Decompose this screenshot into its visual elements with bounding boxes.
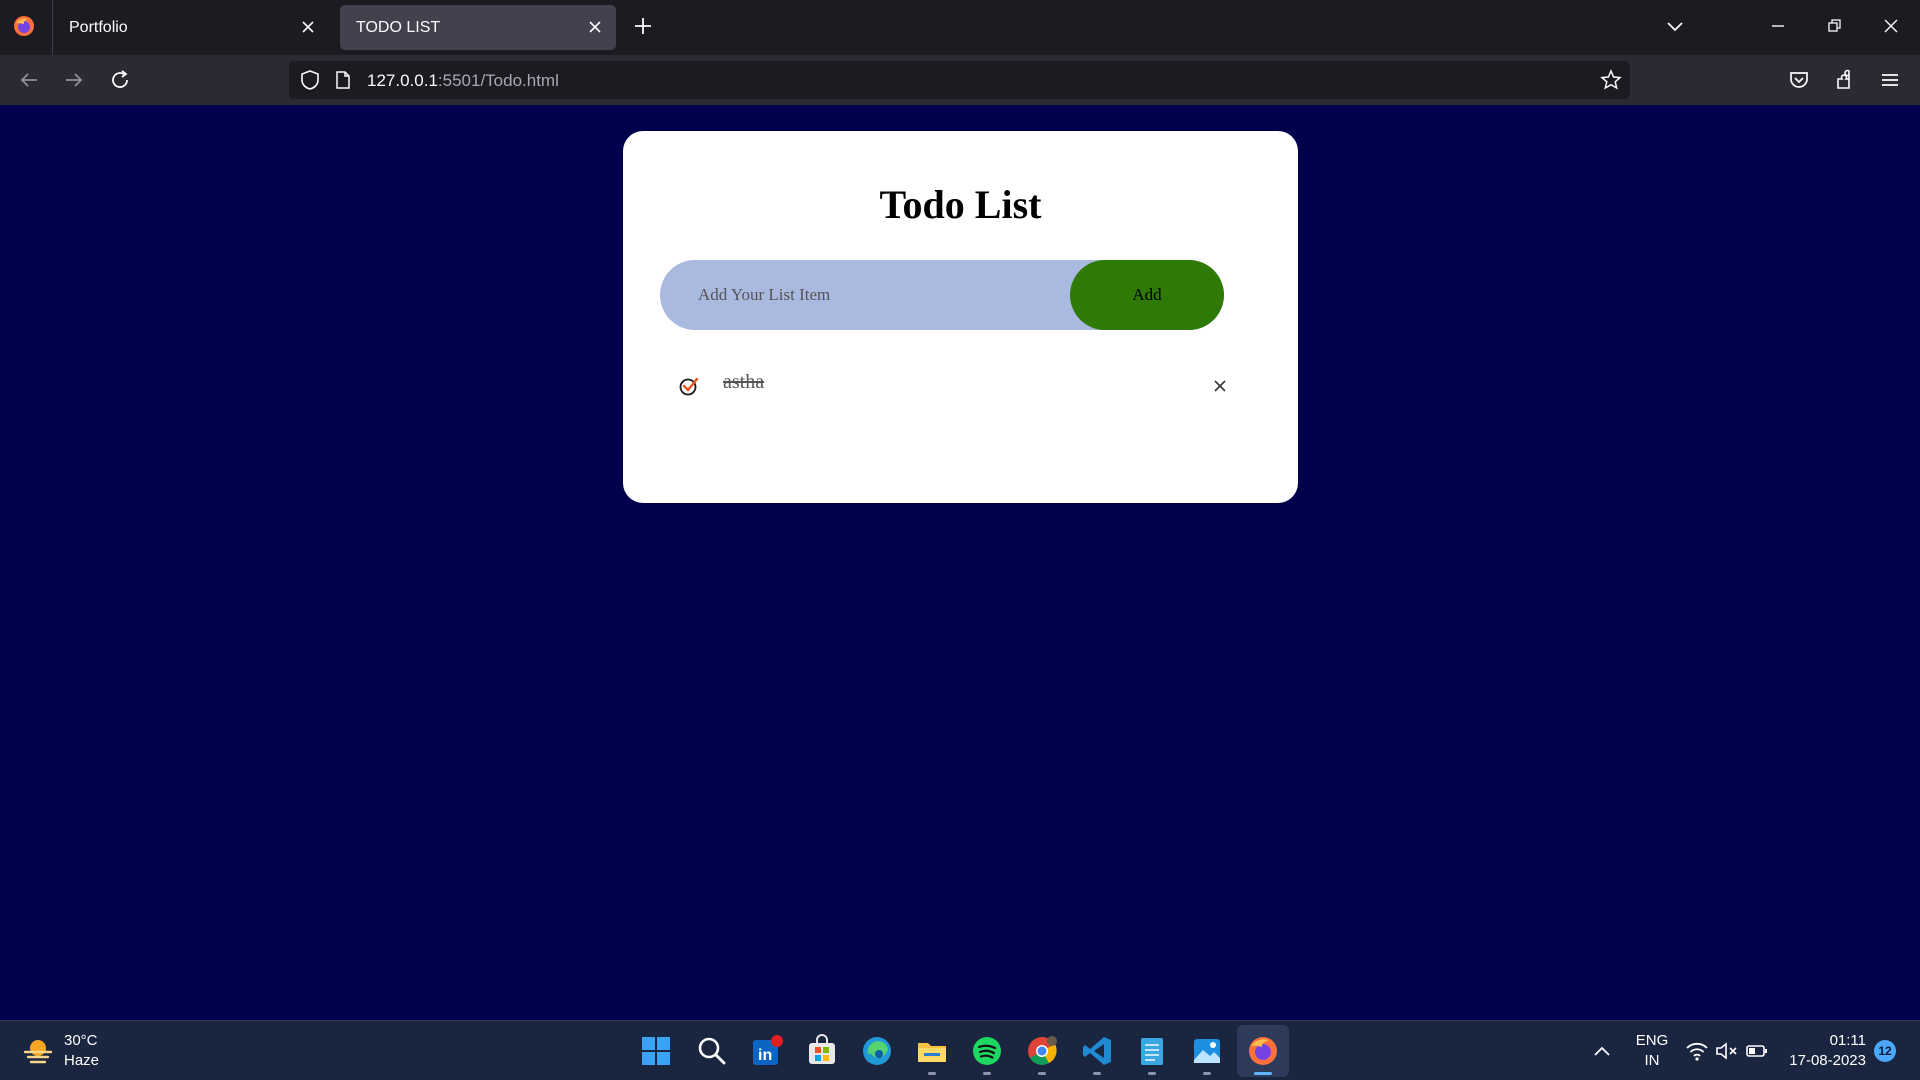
photos-icon[interactable] [1190, 1034, 1224, 1068]
linkedin-icon[interactable]: in [750, 1034, 784, 1068]
page-icon[interactable] [333, 70, 353, 90]
todo-input-row: Add [660, 260, 1224, 330]
url-text[interactable]: 127.0.0.1:5501/Todo.html [367, 71, 559, 91]
back-arrow-icon[interactable] [17, 68, 41, 92]
close-window-icon[interactable] [1879, 14, 1903, 38]
battery-icon[interactable] [1744, 1034, 1770, 1068]
wifi-icon[interactable] [1684, 1034, 1710, 1068]
browser-nav-bar: 127.0.0.1:5501/Todo.html [0, 55, 1920, 105]
chrome-icon[interactable] [1025, 1034, 1059, 1068]
address-bar[interactable]: 127.0.0.1:5501/Todo.html [289, 61, 1630, 99]
reload-icon[interactable] [108, 68, 132, 92]
show-hidden-icons-chevron-icon[interactable] [1590, 1034, 1614, 1068]
windows-taskbar: 30°C Haze in ENG IN 01:11 17-08-2023 12 [0, 1020, 1920, 1080]
running-indicator [1038, 1072, 1046, 1075]
running-indicator [1203, 1072, 1211, 1075]
list-item[interactable]: astha [678, 371, 1238, 401]
firefox-icon[interactable] [1246, 1034, 1280, 1068]
spotify-icon[interactable] [970, 1034, 1004, 1068]
active-app-indicator [1254, 1072, 1272, 1075]
volume-muted-icon[interactable] [1714, 1034, 1740, 1068]
checked-circle-icon[interactable] [678, 375, 700, 397]
weather-description: Haze [64, 1052, 100, 1069]
tab-title: TODO LIST [356, 18, 441, 36]
region-indicator[interactable]: IN [1632, 1052, 1672, 1069]
store-icon[interactable] [805, 1034, 839, 1068]
list-item-text: astha [723, 371, 765, 393]
shield-icon[interactable] [299, 69, 321, 91]
new-tab-icon[interactable] [632, 15, 654, 37]
close-tab-icon[interactable] [586, 18, 604, 36]
start-icon[interactable] [639, 1034, 673, 1068]
add-button[interactable]: Add [1070, 260, 1224, 330]
language-indicator[interactable]: ENG [1632, 1032, 1672, 1049]
vscode-icon[interactable] [1080, 1034, 1114, 1068]
todo-input[interactable] [660, 260, 1070, 330]
restore-icon[interactable] [1822, 14, 1846, 38]
svg-text:in: in [758, 1047, 772, 1064]
running-indicator [1148, 1072, 1156, 1075]
tab-portfolio[interactable]: Portfolio [53, 5, 329, 50]
running-indicator [983, 1072, 991, 1075]
minimize-icon[interactable] [1766, 14, 1790, 38]
browser-tab-bar: Portfolio TODO LIST [0, 0, 1920, 55]
tab-todo-list[interactable]: TODO LIST [340, 5, 616, 50]
page-title: Todo List [879, 182, 1042, 227]
todo-card: Todo List Add astha [623, 131, 1298, 503]
edge-icon[interactable] [860, 1034, 894, 1068]
weather-temperature: 30°C [64, 1032, 98, 1049]
delete-icon[interactable] [1211, 377, 1229, 395]
notepad-icon[interactable] [1135, 1034, 1169, 1068]
search-icon[interactable] [695, 1034, 729, 1068]
bookmark-star-icon[interactable] [1600, 69, 1622, 91]
running-indicator [1093, 1072, 1101, 1075]
file-explorer-icon[interactable] [915, 1034, 949, 1068]
url-path: :5501/Todo.html [437, 71, 559, 90]
clock-date[interactable]: 17-08-2023 [1776, 1052, 1866, 1069]
notification-badge[interactable]: 12 [1874, 1040, 1896, 1062]
forward-arrow-icon[interactable] [62, 68, 86, 92]
extensions-icon[interactable] [1833, 68, 1857, 92]
clock-time[interactable]: 01:11 [1786, 1032, 1866, 1049]
close-tab-icon[interactable] [299, 18, 317, 36]
firefox-logo-icon[interactable] [13, 15, 35, 37]
url-host: 127.0.0.1 [367, 71, 438, 90]
list-all-tabs-icon[interactable] [1662, 14, 1688, 38]
menu-icon[interactable] [1878, 68, 1902, 92]
haze-weather-icon[interactable] [22, 1035, 54, 1067]
pocket-icon[interactable] [1787, 68, 1811, 92]
running-indicator [928, 1072, 936, 1075]
tab-title: Portfolio [69, 18, 128, 36]
